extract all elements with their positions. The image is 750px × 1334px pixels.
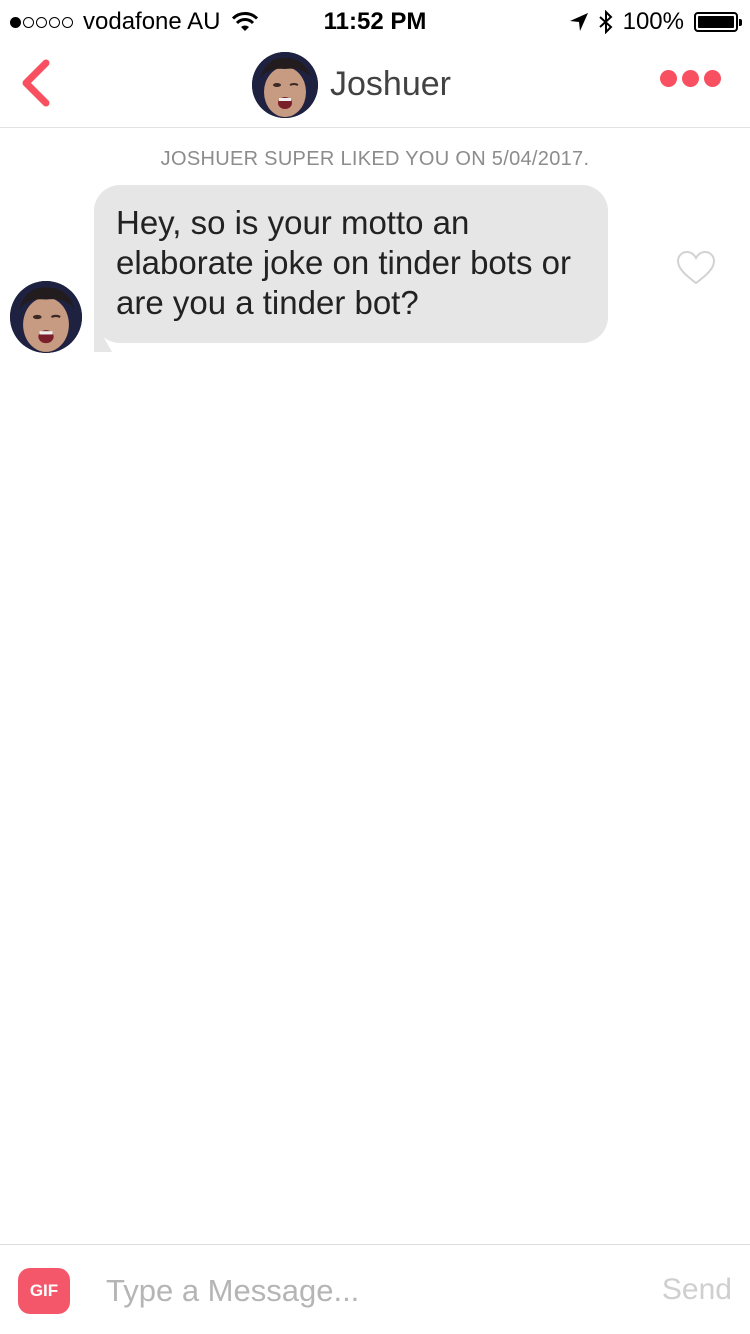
more-options-button[interactable]: [660, 70, 721, 87]
battery-tip: [739, 19, 742, 26]
more-dot: [660, 70, 677, 87]
avatar-photo: [10, 281, 82, 353]
bluetooth-icon: [598, 10, 613, 34]
battery-icon: [694, 12, 742, 32]
avatar-photo: [252, 52, 318, 118]
battery-percent: 100%: [622, 8, 684, 35]
message-sender-avatar[interactable]: [10, 281, 82, 353]
contact-avatar[interactable]: [252, 52, 318, 118]
location-arrow-icon: [569, 13, 588, 31]
contact-name[interactable]: Joshuer: [330, 65, 451, 104]
gif-button[interactable]: GIF: [18, 1268, 70, 1314]
message-input[interactable]: [106, 1267, 626, 1315]
more-dot: [704, 70, 721, 87]
message-composer: GIF Send: [0, 1244, 750, 1334]
battery-fill: [698, 16, 734, 28]
chat-header: Joshuer: [0, 42, 750, 128]
status-bar: vodafone AU 11:52 PM 100%: [0, 0, 750, 42]
like-heart-icon[interactable]: [676, 250, 716, 286]
status-right: 100%: [569, 8, 742, 36]
send-button[interactable]: Send: [662, 1273, 732, 1307]
super-like-notice: JOSHUER SUPER LIKED YOU ON 5/04/2017.: [160, 148, 590, 170]
more-dot: [682, 70, 699, 87]
back-button[interactable]: [16, 58, 56, 108]
message-bubble[interactable]: Hey, so is your motto an elaborate joke …: [94, 185, 608, 343]
